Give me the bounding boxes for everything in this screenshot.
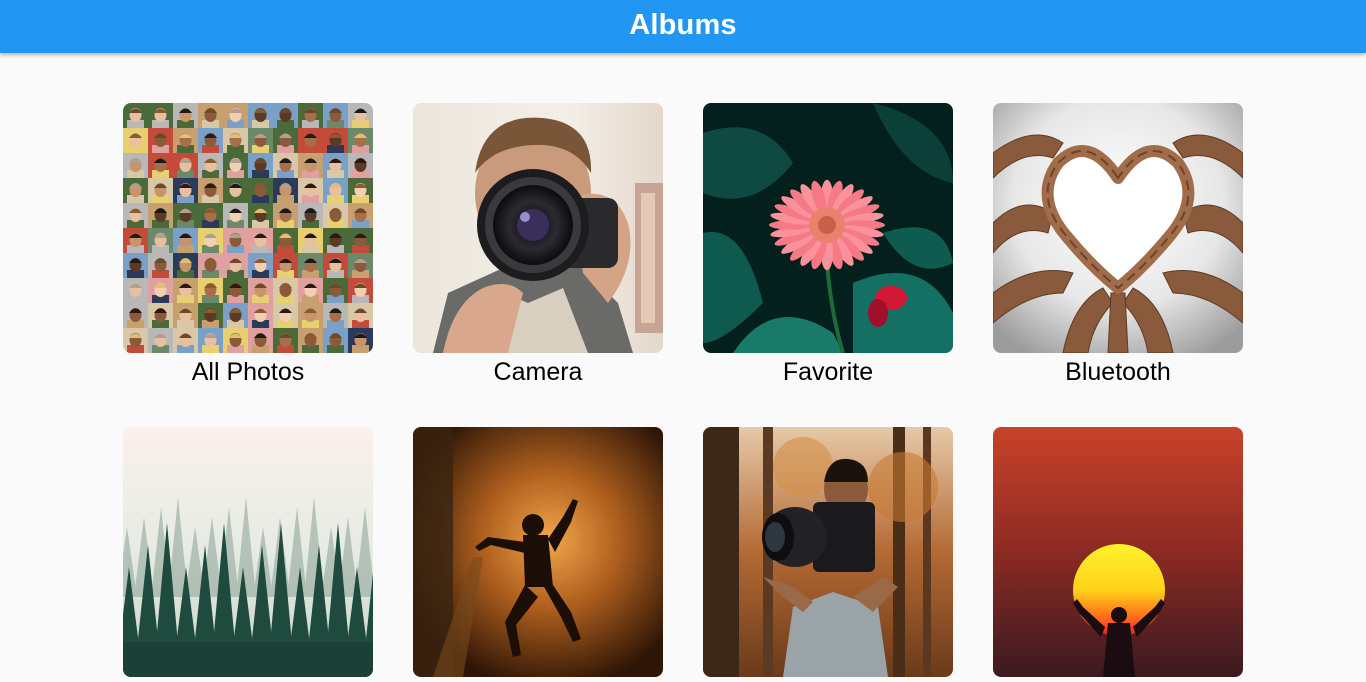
album-thumbnail[interactable] bbox=[703, 427, 953, 677]
app-bar: Albums bbox=[0, 0, 1366, 53]
album-label: Camera bbox=[493, 358, 583, 386]
album-thumbnail[interactable] bbox=[123, 427, 373, 677]
album-thumbnail[interactable] bbox=[413, 427, 663, 677]
album-tile-6[interactable] bbox=[413, 427, 663, 682]
sun-hands-image bbox=[993, 427, 1243, 677]
man-with-camera-image bbox=[413, 103, 663, 353]
silhouette-dancer-image bbox=[413, 427, 663, 677]
album-label: Bluetooth bbox=[1065, 358, 1171, 386]
album-tile-camera[interactable]: Camera bbox=[413, 103, 663, 387]
pink-flower-image bbox=[703, 103, 953, 353]
album-tile-favorite[interactable]: Favorite bbox=[703, 103, 953, 387]
album-thumbnail[interactable] bbox=[123, 103, 373, 353]
album-tile-8[interactable] bbox=[993, 427, 1243, 682]
portrait-collage-image bbox=[123, 103, 373, 353]
album-thumbnail[interactable] bbox=[703, 103, 953, 353]
camera-levitate-image bbox=[703, 427, 953, 677]
album-tile-all-photos[interactable]: All Photos bbox=[123, 103, 373, 387]
album-thumbnail[interactable] bbox=[993, 427, 1243, 677]
album-tile-7[interactable] bbox=[703, 427, 953, 682]
page-title: Albums bbox=[629, 9, 737, 41]
album-tile-bluetooth[interactable]: Bluetooth bbox=[993, 103, 1243, 387]
album-label: All Photos bbox=[191, 358, 305, 386]
album-label: Favorite bbox=[782, 358, 874, 386]
hands-heart-image bbox=[993, 103, 1243, 353]
album-thumbnail[interactable] bbox=[993, 103, 1243, 353]
album-thumbnail[interactable] bbox=[413, 103, 663, 353]
misty-forest-image bbox=[123, 427, 373, 677]
album-tile-5[interactable] bbox=[123, 427, 373, 682]
